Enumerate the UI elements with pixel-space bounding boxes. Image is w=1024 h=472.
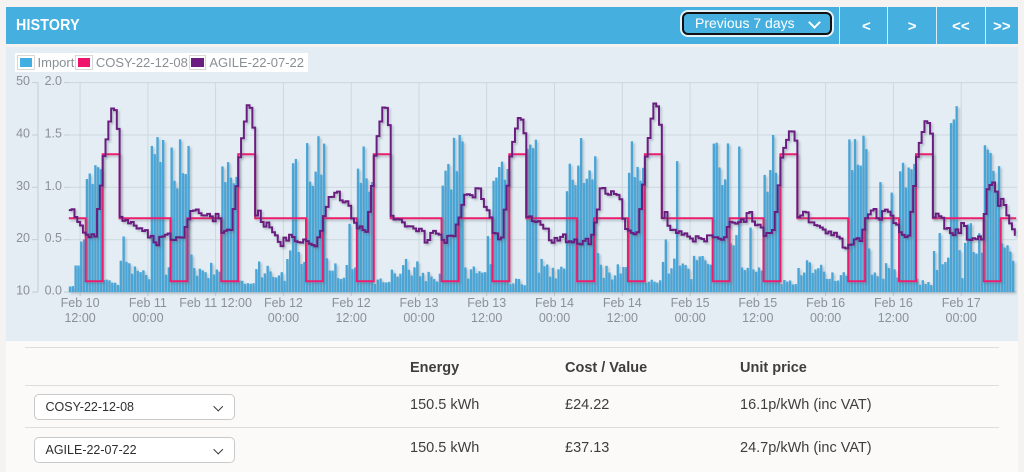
svg-text:Feb 14: Feb 14: [535, 296, 574, 310]
svg-text:Feb 17: Feb 17: [942, 296, 981, 310]
svg-text:Feb 16: Feb 16: [806, 296, 845, 310]
svg-text:00:00: 00:00: [268, 311, 299, 325]
svg-text:50: 50: [16, 74, 30, 88]
svg-text:Feb 11: Feb 11: [129, 296, 167, 310]
svg-text:12:00: 12:00: [336, 311, 367, 325]
svg-text:12:00: 12:00: [742, 311, 773, 325]
svg-text:0.0: 0.0: [45, 283, 62, 297]
svg-text:12:00: 12:00: [878, 311, 909, 325]
svg-text:00:00: 00:00: [674, 311, 705, 325]
svg-text:Feb 11 12:00: Feb 11 12:00: [179, 296, 252, 310]
svg-text:Feb 14: Feb 14: [603, 296, 642, 310]
svg-text:10: 10: [16, 283, 30, 297]
svg-text:12:00: 12:00: [64, 311, 95, 325]
svg-text:00:00: 00:00: [539, 311, 570, 325]
svg-text:00:00: 00:00: [946, 311, 977, 325]
svg-text:12:00: 12:00: [471, 311, 502, 325]
svg-text:Feb 12: Feb 12: [264, 296, 303, 310]
svg-text:0.5: 0.5: [45, 231, 62, 245]
svg-text:00:00: 00:00: [810, 311, 841, 325]
svg-text:1.0: 1.0: [45, 178, 62, 192]
svg-text:Feb 13: Feb 13: [400, 296, 439, 310]
svg-text:40: 40: [16, 126, 30, 140]
svg-text:Feb 16: Feb 16: [874, 296, 913, 310]
svg-text:20: 20: [16, 231, 30, 245]
svg-text:Feb 15: Feb 15: [671, 296, 710, 310]
svg-text:00:00: 00:00: [403, 311, 434, 325]
svg-text:00:00: 00:00: [132, 311, 163, 325]
svg-text:2.0: 2.0: [45, 74, 62, 88]
svg-text:Feb 12: Feb 12: [332, 296, 371, 310]
svg-text:30: 30: [16, 178, 30, 192]
svg-text:1.5: 1.5: [45, 126, 62, 140]
svg-text:Feb 15: Feb 15: [738, 296, 777, 310]
svg-text:Feb 13: Feb 13: [467, 296, 506, 310]
svg-text:Feb 10: Feb 10: [61, 296, 100, 310]
svg-text:12:00: 12:00: [607, 311, 638, 325]
